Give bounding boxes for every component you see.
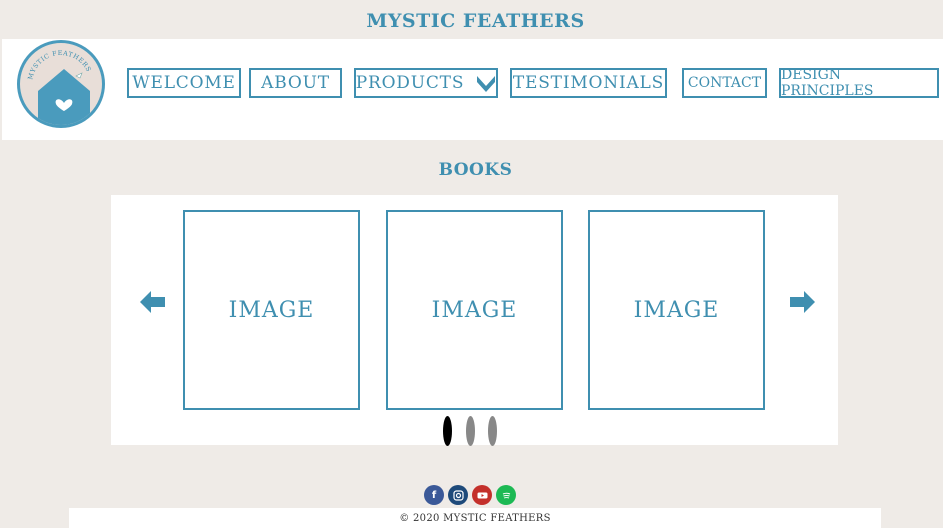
carousel-dot-1[interactable] bbox=[443, 416, 452, 446]
arrow-right-icon[interactable] bbox=[789, 291, 815, 313]
nav-products-label: PRODUCTS bbox=[355, 73, 465, 93]
nav-welcome[interactable]: WELCOME bbox=[127, 68, 241, 98]
nav-design-principles[interactable]: DESIGN PRINCIPLES bbox=[779, 67, 939, 99]
spotify-icon[interactable] bbox=[496, 485, 516, 505]
carousel-image[interactable]: IMAGE bbox=[588, 210, 765, 410]
nav-products[interactable]: PRODUCTS bbox=[354, 68, 498, 98]
logo[interactable]: MYSTIC FEATHERS bbox=[17, 40, 105, 128]
nav-testimonials[interactable]: TESTIMONIALS bbox=[510, 68, 667, 98]
section-title: BOOKS bbox=[438, 160, 513, 180]
carousel-dot-3[interactable] bbox=[488, 416, 497, 446]
carousel-dot-2[interactable] bbox=[466, 416, 475, 446]
social-links: f bbox=[424, 485, 516, 505]
facebook-icon[interactable]: f bbox=[424, 485, 444, 505]
footer-copyright: © 2020 MYSTIC FEATHERS bbox=[69, 508, 881, 528]
svg-text:MYSTIC FEATHERS: MYSTIC FEATHERS bbox=[26, 49, 93, 81]
logo-ring-text: MYSTIC FEATHERS bbox=[26, 49, 93, 81]
instagram-icon[interactable] bbox=[448, 485, 468, 505]
chevron-down-icon bbox=[476, 74, 496, 92]
youtube-icon[interactable] bbox=[472, 485, 492, 505]
site-title: MYSTIC FEATHERS bbox=[366, 10, 585, 32]
nav-contact[interactable]: CONTACT bbox=[682, 68, 767, 98]
carousel-image[interactable]: IMAGE bbox=[386, 210, 563, 410]
carousel-image[interactable]: IMAGE bbox=[183, 210, 360, 410]
arrow-left-icon[interactable] bbox=[140, 291, 166, 313]
nav-about[interactable]: ABOUT bbox=[249, 68, 342, 98]
